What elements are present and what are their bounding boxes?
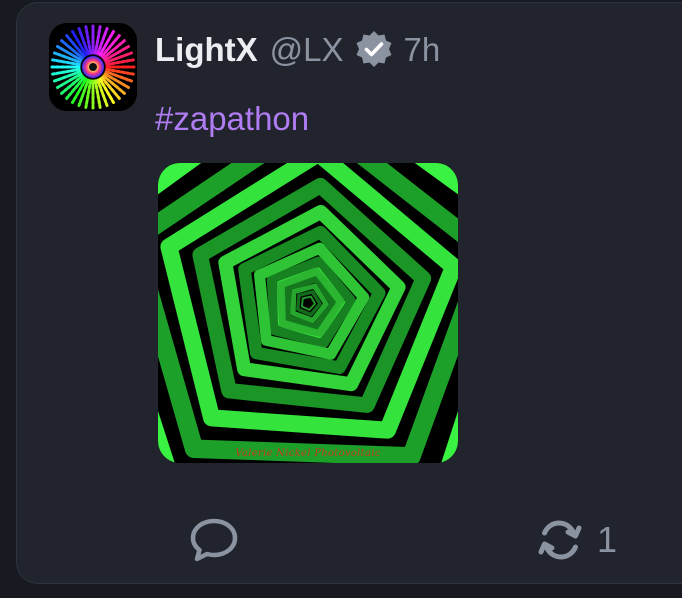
repost-count: 1 <box>597 519 618 560</box>
image-watermark: Valerie Nickel Photovoltaic <box>235 448 381 459</box>
repost-button[interactable]: 1 <box>533 513 617 567</box>
speech-bubble-icon <box>190 518 238 562</box>
avatar-image <box>49 23 137 111</box>
post-card[interactable]: LightX @LX 7h #zapathon Valerie Nickel P… <box>16 2 682 584</box>
post-image[interactable]: Valerie Nickel Photovoltaic <box>158 163 458 463</box>
hashtag-link[interactable]: #zapathon <box>155 100 309 138</box>
circular-arrows-icon <box>538 520 582 560</box>
verified-badge-icon <box>352 28 396 72</box>
author-handle[interactable]: @LX <box>270 31 344 69</box>
avatar[interactable] <box>49 23 137 111</box>
post-timestamp[interactable]: 7h <box>404 31 441 69</box>
post-header: LightX @LX 7h <box>155 27 440 73</box>
pentagon-tunnel-image <box>158 163 458 463</box>
reply-button[interactable] <box>187 515 241 565</box>
author-name[interactable]: LightX <box>155 31 258 69</box>
